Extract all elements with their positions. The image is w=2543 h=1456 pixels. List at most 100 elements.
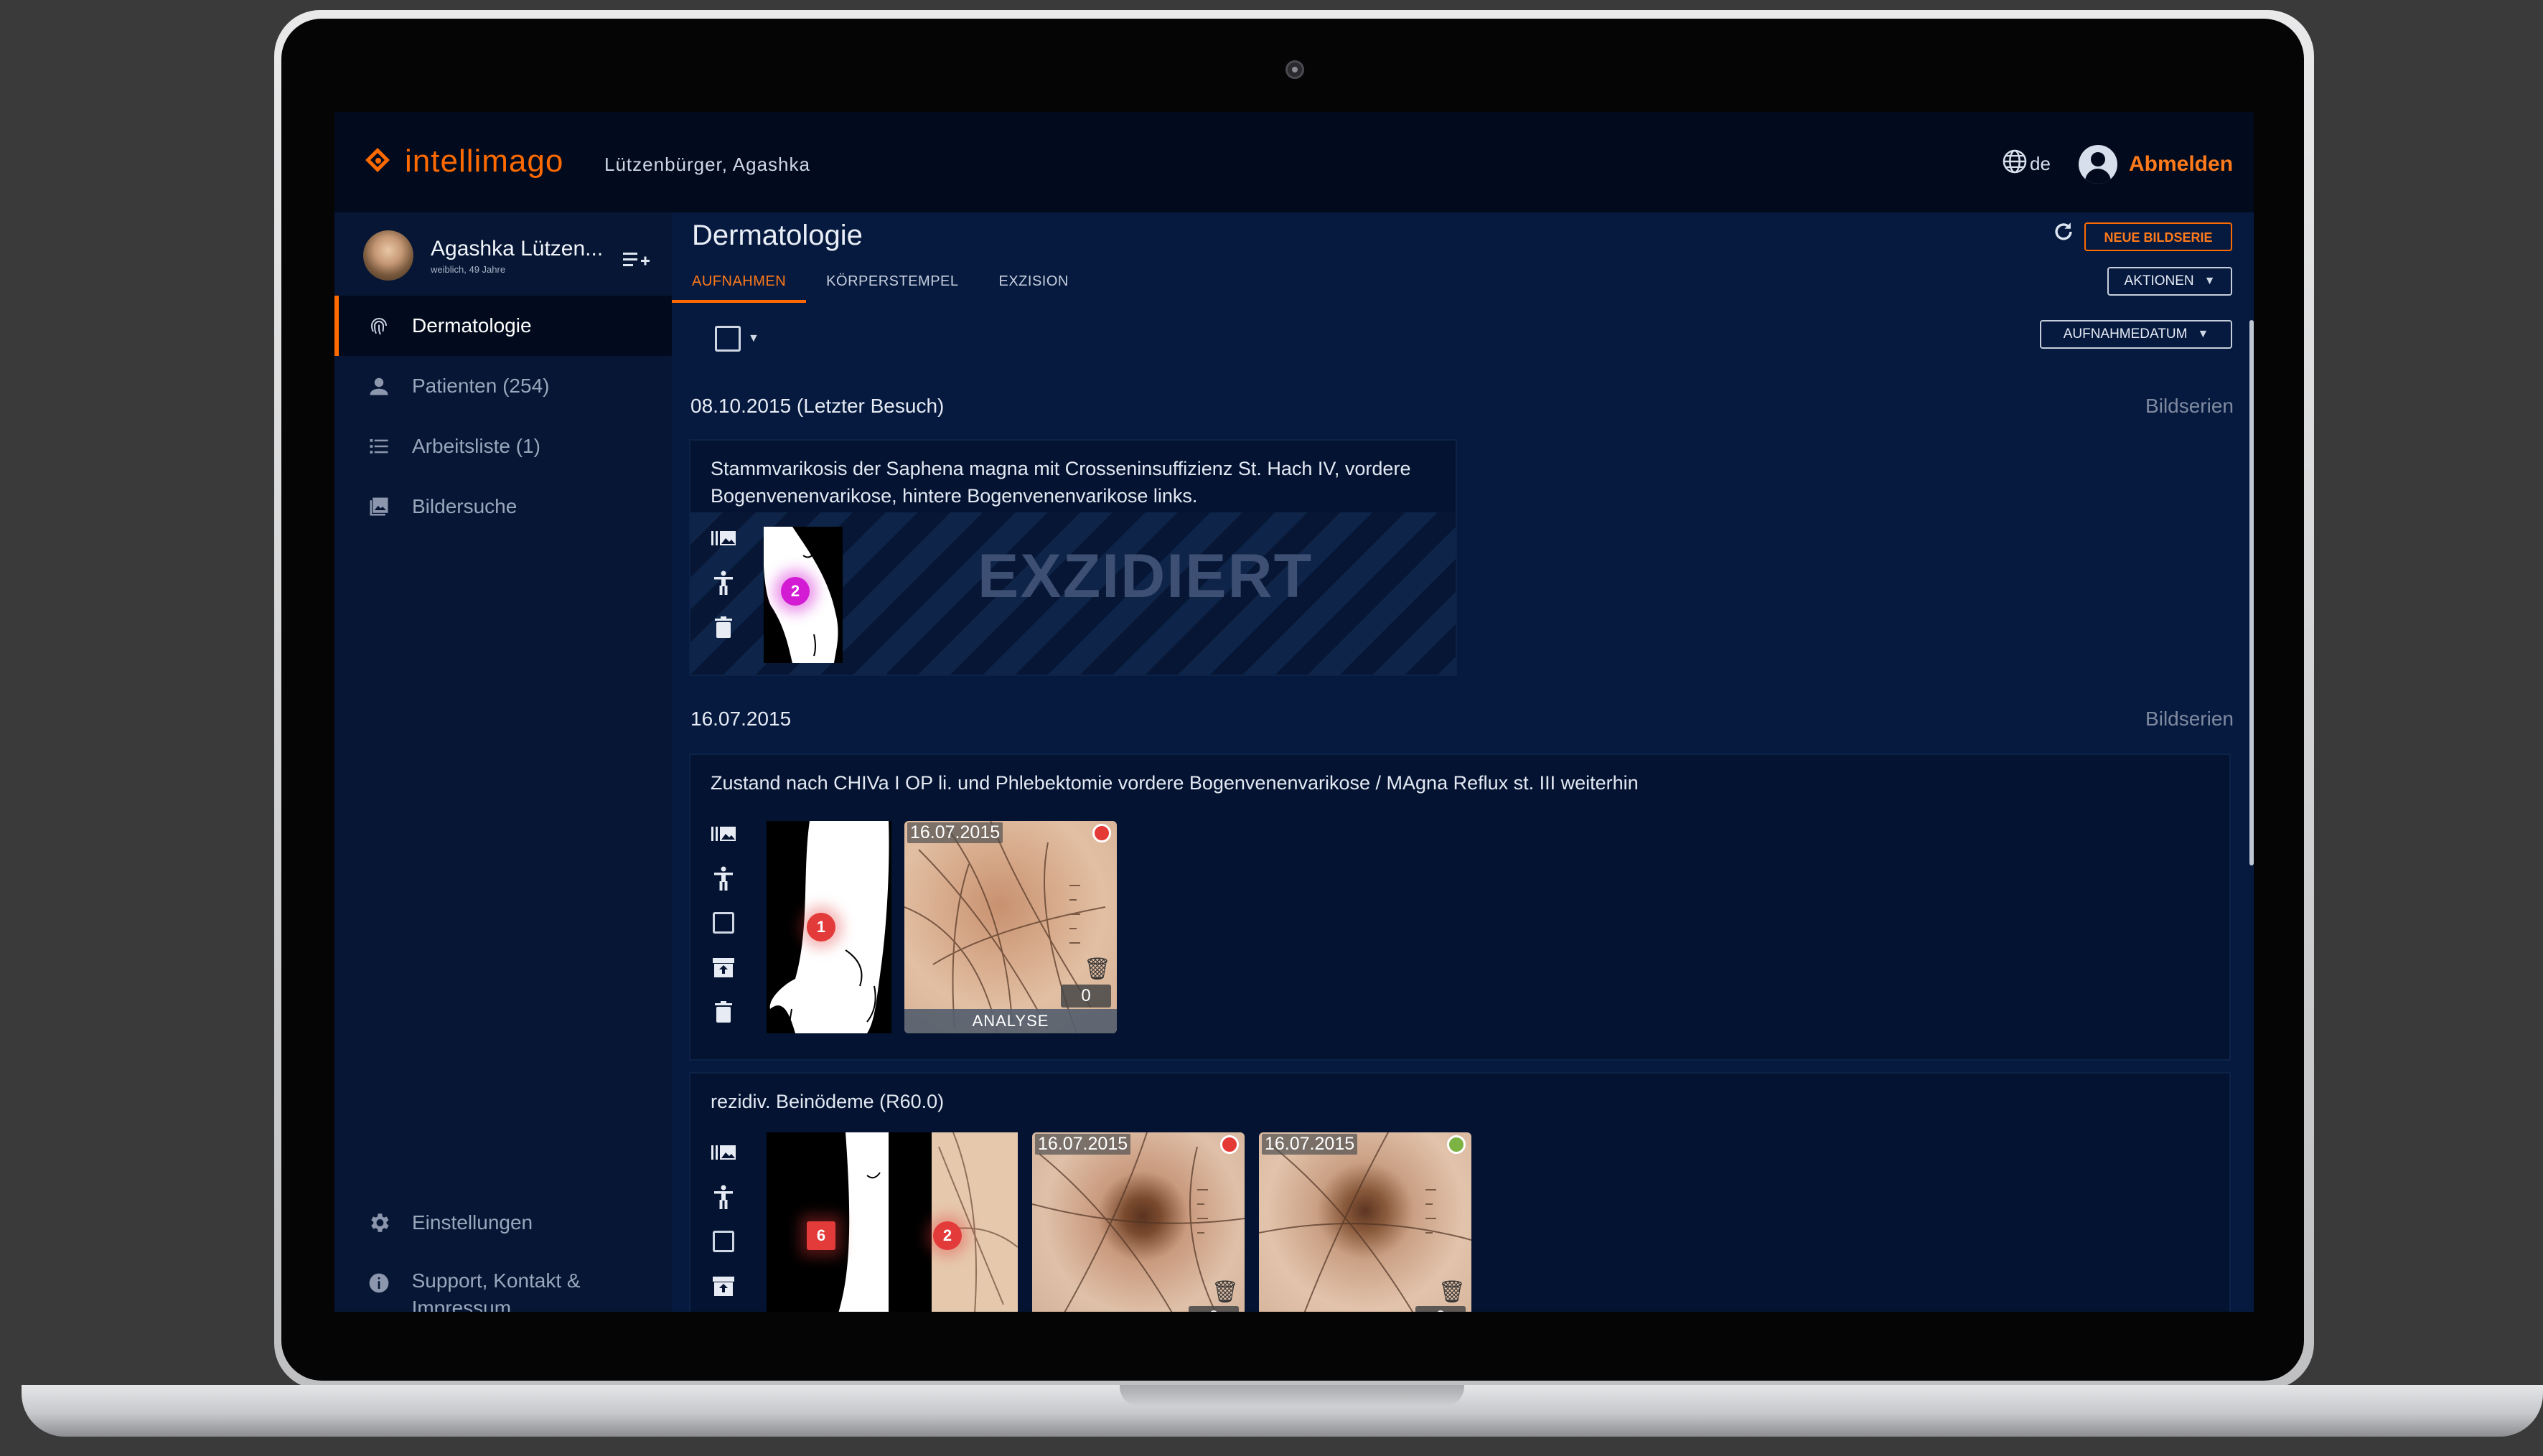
patient-card[interactable]: Agashka Lützen... weiblich, 49 Jahre xyxy=(363,227,665,284)
chevron-down-icon: ▼ xyxy=(2197,328,2209,340)
tab-koerperstempel[interactable]: KÖRPERSTEMPEL xyxy=(806,263,978,303)
scrollbar[interactable] xyxy=(2249,320,2254,865)
dermoscopy-photo[interactable]: 16.07.2015 🗑 0 ANALYSE xyxy=(904,821,1117,1033)
body-map-thumbnail[interactable]: 2 xyxy=(764,527,843,663)
series-description: Zustand nach CHIVa I OP li. und Phlebekt… xyxy=(711,772,1639,794)
series-card[interactable]: rezidiv. Beinödeme (R60.0) 6 2 16.07.201… xyxy=(689,1072,2231,1312)
archive-icon[interactable] xyxy=(711,954,736,980)
gallery-icon[interactable] xyxy=(711,1140,736,1165)
actions-label: AKTIONEN xyxy=(2124,273,2194,288)
chevron-down-icon: ▼ xyxy=(2204,275,2216,287)
list-icon xyxy=(366,433,392,459)
checkbox-icon xyxy=(715,326,741,352)
main-content: Dermatologie NEUE BILDSERIE AUFNAHMEN KÖ… xyxy=(672,212,2254,1312)
card-toolbar xyxy=(711,1140,736,1299)
info-icon xyxy=(366,1270,392,1296)
body-map-icon[interactable] xyxy=(711,865,736,891)
sort-dropdown[interactable]: AUFNAHMEDATUM ▼ xyxy=(2040,320,2232,349)
sidebar-item-arbeitsliste[interactable]: Arbeitsliste (1) xyxy=(334,416,672,476)
dermoscopy-photo[interactable]: 16.07.2015 🗑 0 xyxy=(1259,1132,1471,1312)
fingerprint-icon xyxy=(366,313,392,339)
select-all-checkbox[interactable]: ▼ xyxy=(715,326,759,352)
photo-count: 0 xyxy=(1415,1306,1466,1312)
series-group-header: 16.07.2015 Bildserien xyxy=(690,708,2234,736)
body-map-thumbnail[interactable]: 6 2 xyxy=(767,1132,1018,1312)
status-indicator xyxy=(1447,1135,1466,1154)
photo-date: 16.07.2015 xyxy=(1262,1134,1358,1155)
status-indicator xyxy=(1220,1135,1239,1154)
patient-meta: weiblich, 49 Jahre xyxy=(431,263,506,275)
actions-dropdown[interactable]: AKTIONEN ▼ xyxy=(2107,267,2232,296)
patient-name: Agashka Lützen... xyxy=(431,236,604,260)
dermoscopy-photo[interactable]: 16.07.2015 🗑 0 xyxy=(1032,1132,1245,1312)
trash-icon[interactable]: 🗑 xyxy=(1084,957,1111,982)
card-toolbar xyxy=(711,525,736,640)
analyse-button[interactable]: ANALYSE xyxy=(904,1009,1117,1033)
app-logo[interactable]: intellimago xyxy=(365,144,563,179)
excised-label: EXZIDIERT xyxy=(978,542,1313,611)
trash-icon[interactable] xyxy=(711,614,736,640)
top-bar: intellimago Lützenbürger, Agashka de Abm… xyxy=(334,112,2254,212)
body-marker[interactable]: 6 xyxy=(807,1221,835,1250)
body-map-icon[interactable] xyxy=(711,570,736,596)
sidebar-item-label: Arbeitsliste (1) xyxy=(412,435,540,457)
sidebar-item-bildersuche[interactable]: Bildersuche xyxy=(334,476,672,537)
logo-mark-icon xyxy=(365,147,393,176)
globe-icon xyxy=(2003,149,2027,174)
sidebar-item-support[interactable]: Support, Kontakt & Impressum xyxy=(366,1267,624,1312)
tab-aufnahmen[interactable]: AUFNAHMEN xyxy=(672,263,807,303)
support-label: Support, Kontakt & Impressum xyxy=(411,1269,581,1312)
series-card[interactable]: EXZIDIERT Stammvarikosis der Saphena mag… xyxy=(689,439,1457,676)
image-search-icon xyxy=(366,494,392,520)
body-map-icon[interactable] xyxy=(711,1184,736,1210)
tabs: AUFNAHMEN KÖRPERSTEMPEL EXZISION xyxy=(672,263,1089,303)
sidebar-item-label: Dermatologie xyxy=(412,314,532,337)
trash-icon[interactable]: 🗑 xyxy=(1438,1279,1466,1305)
app-name: intellimago xyxy=(405,144,564,179)
chevron-down-icon: ▼ xyxy=(748,332,759,344)
app-screen: intellimago Lützenbürger, Agashka de Abm… xyxy=(334,112,2254,1312)
bildserien-link[interactable]: Bildserien xyxy=(2145,395,2234,418)
add-to-worklist-icon[interactable] xyxy=(622,250,650,271)
language-code: de xyxy=(2030,153,2051,174)
patient-avatar xyxy=(363,230,413,281)
photo-count: 0 xyxy=(1189,1306,1239,1312)
sidebar-item-label: Bildersuche xyxy=(412,495,518,517)
sidebar-item-einstellungen[interactable]: Einstellungen xyxy=(366,1210,533,1236)
series-card[interactable]: Zustand nach CHIVa I OP li. und Phlebekt… xyxy=(689,753,2231,1061)
checkbox-icon[interactable] xyxy=(711,1229,736,1254)
sidebar-nav: Dermatologie Patienten (254) Arbeitslist… xyxy=(334,296,672,537)
person-icon xyxy=(366,373,392,399)
body-marker[interactable]: 2 xyxy=(781,577,810,606)
laptop-notch xyxy=(1120,1385,1464,1406)
webcam xyxy=(1285,60,1304,79)
photo-date: 16.07.2015 xyxy=(907,822,1003,843)
gallery-icon[interactable] xyxy=(711,821,736,847)
language-switcher[interactable]: de xyxy=(2001,148,2051,175)
account-icon xyxy=(2079,145,2117,184)
sidebar-item-patienten[interactable]: Patienten (254) xyxy=(334,356,672,416)
checkbox-icon[interactable] xyxy=(711,910,736,936)
body-marker[interactable]: 1 xyxy=(807,913,835,941)
body-map-thumbnail[interactable]: 1 xyxy=(767,821,891,1033)
logout-label: Abmelden xyxy=(2129,152,2234,176)
bildserien-link[interactable]: Bildserien xyxy=(2145,708,2234,731)
refresh-icon[interactable] xyxy=(2051,220,2076,251)
photo-count: 0 xyxy=(1061,985,1111,1008)
logout-button[interactable]: Abmelden xyxy=(2079,145,2233,184)
trash-icon[interactable]: 🗑 xyxy=(1212,1279,1239,1305)
sidebar-item-dermatologie[interactable]: Dermatologie xyxy=(334,296,672,356)
status-indicator xyxy=(1092,824,1111,842)
card-toolbar xyxy=(711,821,736,1025)
tab-exzision[interactable]: EXZISION xyxy=(979,263,1089,303)
group-date: 16.07.2015 xyxy=(690,708,792,730)
sort-label: AUFNAHMEDATUM xyxy=(2063,327,2188,342)
body-marker[interactable]: 2 xyxy=(933,1221,962,1250)
photo-date: 16.07.2015 xyxy=(1035,1134,1131,1155)
new-series-button[interactable]: NEUE BILDSERIE xyxy=(2084,222,2232,251)
archive-icon[interactable] xyxy=(711,1273,736,1299)
gallery-icon[interactable] xyxy=(711,525,736,551)
gear-icon xyxy=(366,1210,392,1236)
trash-icon[interactable] xyxy=(711,999,736,1025)
header-patient-name: Lützenbürger, Agashka xyxy=(604,154,810,175)
